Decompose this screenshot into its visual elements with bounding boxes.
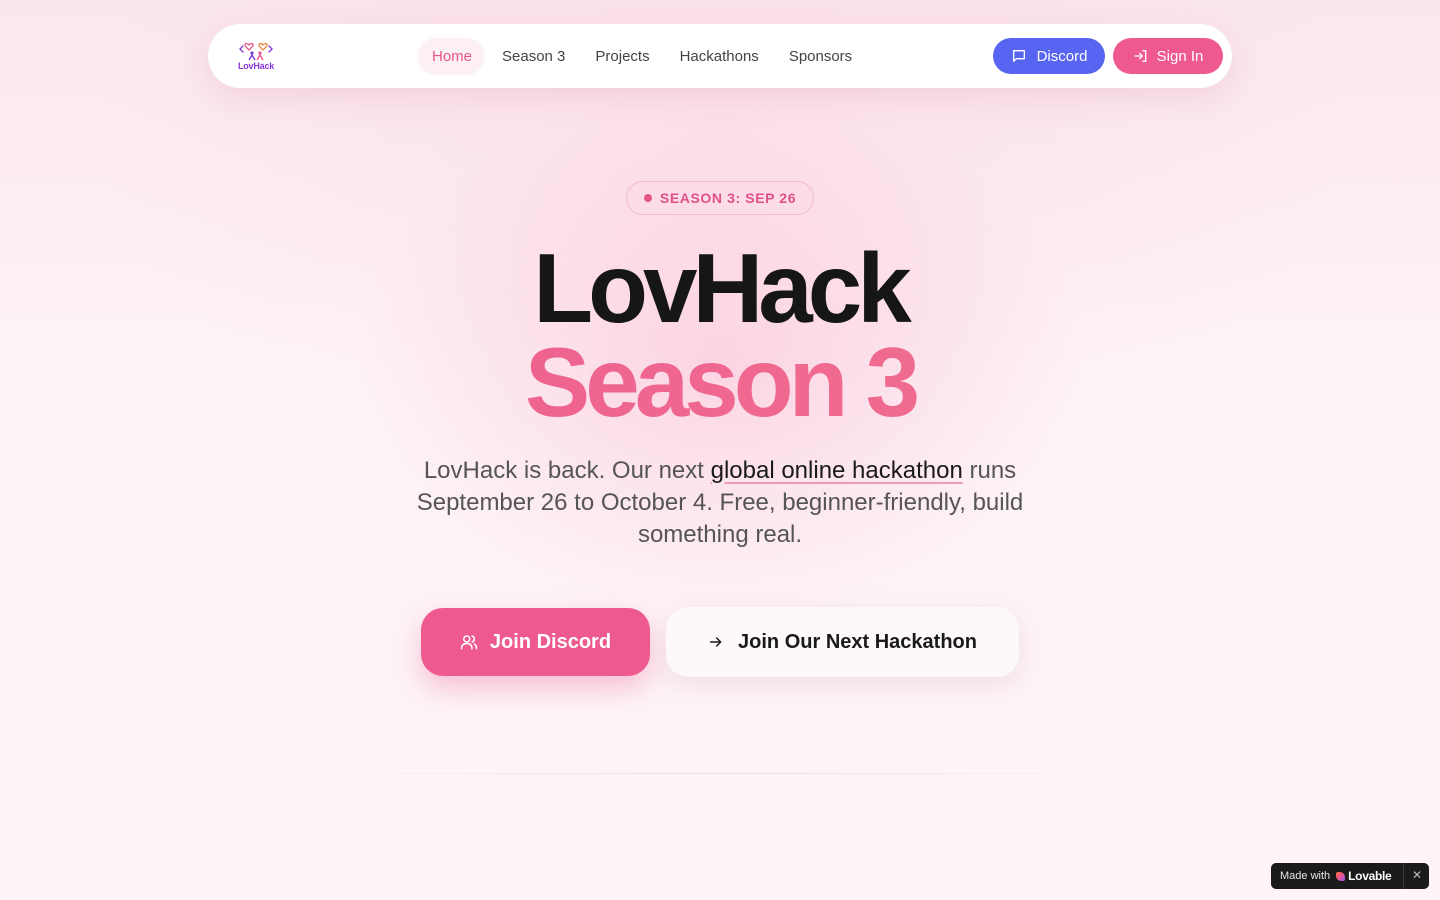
season-badge-label: SEASON 3: SEP 26 bbox=[659, 190, 797, 206]
top-navbar: LovHack Home Season 3 Projects Hackathon… bbox=[208, 24, 1232, 88]
made-with-lovable-badge[interactable]: Made with Lovable ✕ bbox=[1271, 863, 1429, 889]
lovable-brand-text: Lovable bbox=[1348, 869, 1392, 883]
logo-text: LovHack bbox=[237, 61, 275, 71]
made-with-text: Made with bbox=[1280, 870, 1331, 882]
discord-button[interactable]: Discord bbox=[993, 38, 1105, 74]
nav-link-sponsors[interactable]: Sponsors bbox=[775, 38, 864, 74]
hero-title-line-1: LovHack bbox=[533, 233, 912, 343]
hero-title-line-2: Season 3 bbox=[0, 330, 1440, 434]
sign-in-button-label: Sign In bbox=[1156, 47, 1204, 65]
hero-subtitle: LovHack is back. Our next global online … bbox=[395, 455, 1045, 551]
nav-links: Home Season 3 Projects Hackathons Sponso… bbox=[418, 38, 864, 74]
nav-link-home[interactable]: Home bbox=[418, 38, 485, 74]
lovable-logo-icon bbox=[1336, 871, 1346, 881]
background-glow bbox=[0, 0, 1440, 900]
users-icon bbox=[460, 635, 478, 650]
join-discord-button[interactable]: Join Discord bbox=[421, 608, 650, 676]
close-icon[interactable]: ✕ bbox=[1412, 868, 1422, 882]
nav-link-projects[interactable]: Projects bbox=[581, 38, 661, 74]
discord-button-label: Discord bbox=[1036, 47, 1088, 65]
nav-link-hackathons[interactable]: Hackathons bbox=[666, 38, 771, 74]
join-next-hackathon-button[interactable]: Join Our Next Hackathon bbox=[666, 607, 1019, 677]
join-next-hackathon-label: Join Our Next Hackathon bbox=[738, 630, 977, 653]
section-divider bbox=[270, 773, 1170, 774]
season-badge: SEASON 3: SEP 26 bbox=[626, 181, 814, 215]
message-square-icon bbox=[1012, 50, 1025, 62]
badge-separator bbox=[1403, 863, 1404, 889]
nav-link-season-3[interactable]: Season 3 bbox=[488, 38, 577, 74]
logo[interactable]: LovHack bbox=[236, 40, 276, 74]
badge-dot-icon bbox=[643, 194, 652, 202]
arrow-right-icon bbox=[709, 637, 722, 647]
join-discord-label: Join Discord bbox=[489, 630, 612, 653]
sign-in-button[interactable]: Sign In bbox=[1113, 38, 1223, 74]
lovhack-logo-icon bbox=[239, 42, 273, 61]
log-in-icon bbox=[1133, 50, 1146, 62]
global-hackathon-link[interactable]: global online hackathon bbox=[711, 457, 963, 484]
subtitle-text-pre: LovHack is back. Our next bbox=[423, 457, 711, 484]
